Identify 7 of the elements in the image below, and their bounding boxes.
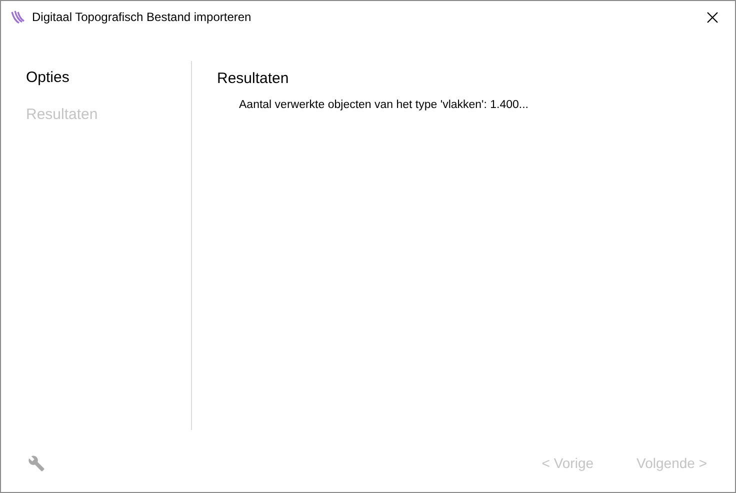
wrench-icon[interactable] (28, 454, 45, 472)
result-text: Aantal verwerkte objecten van het type 'vlakken': 1.400... (239, 98, 529, 112)
section-heading: Resultaten (217, 69, 290, 89)
close-icon (706, 12, 718, 22)
step-item[interactable]: Opties (26, 67, 70, 90)
app-logo-icon (10, 10, 26, 24)
window-title: Digitaal Topografisch Bestand importeren (32, 9, 252, 26)
